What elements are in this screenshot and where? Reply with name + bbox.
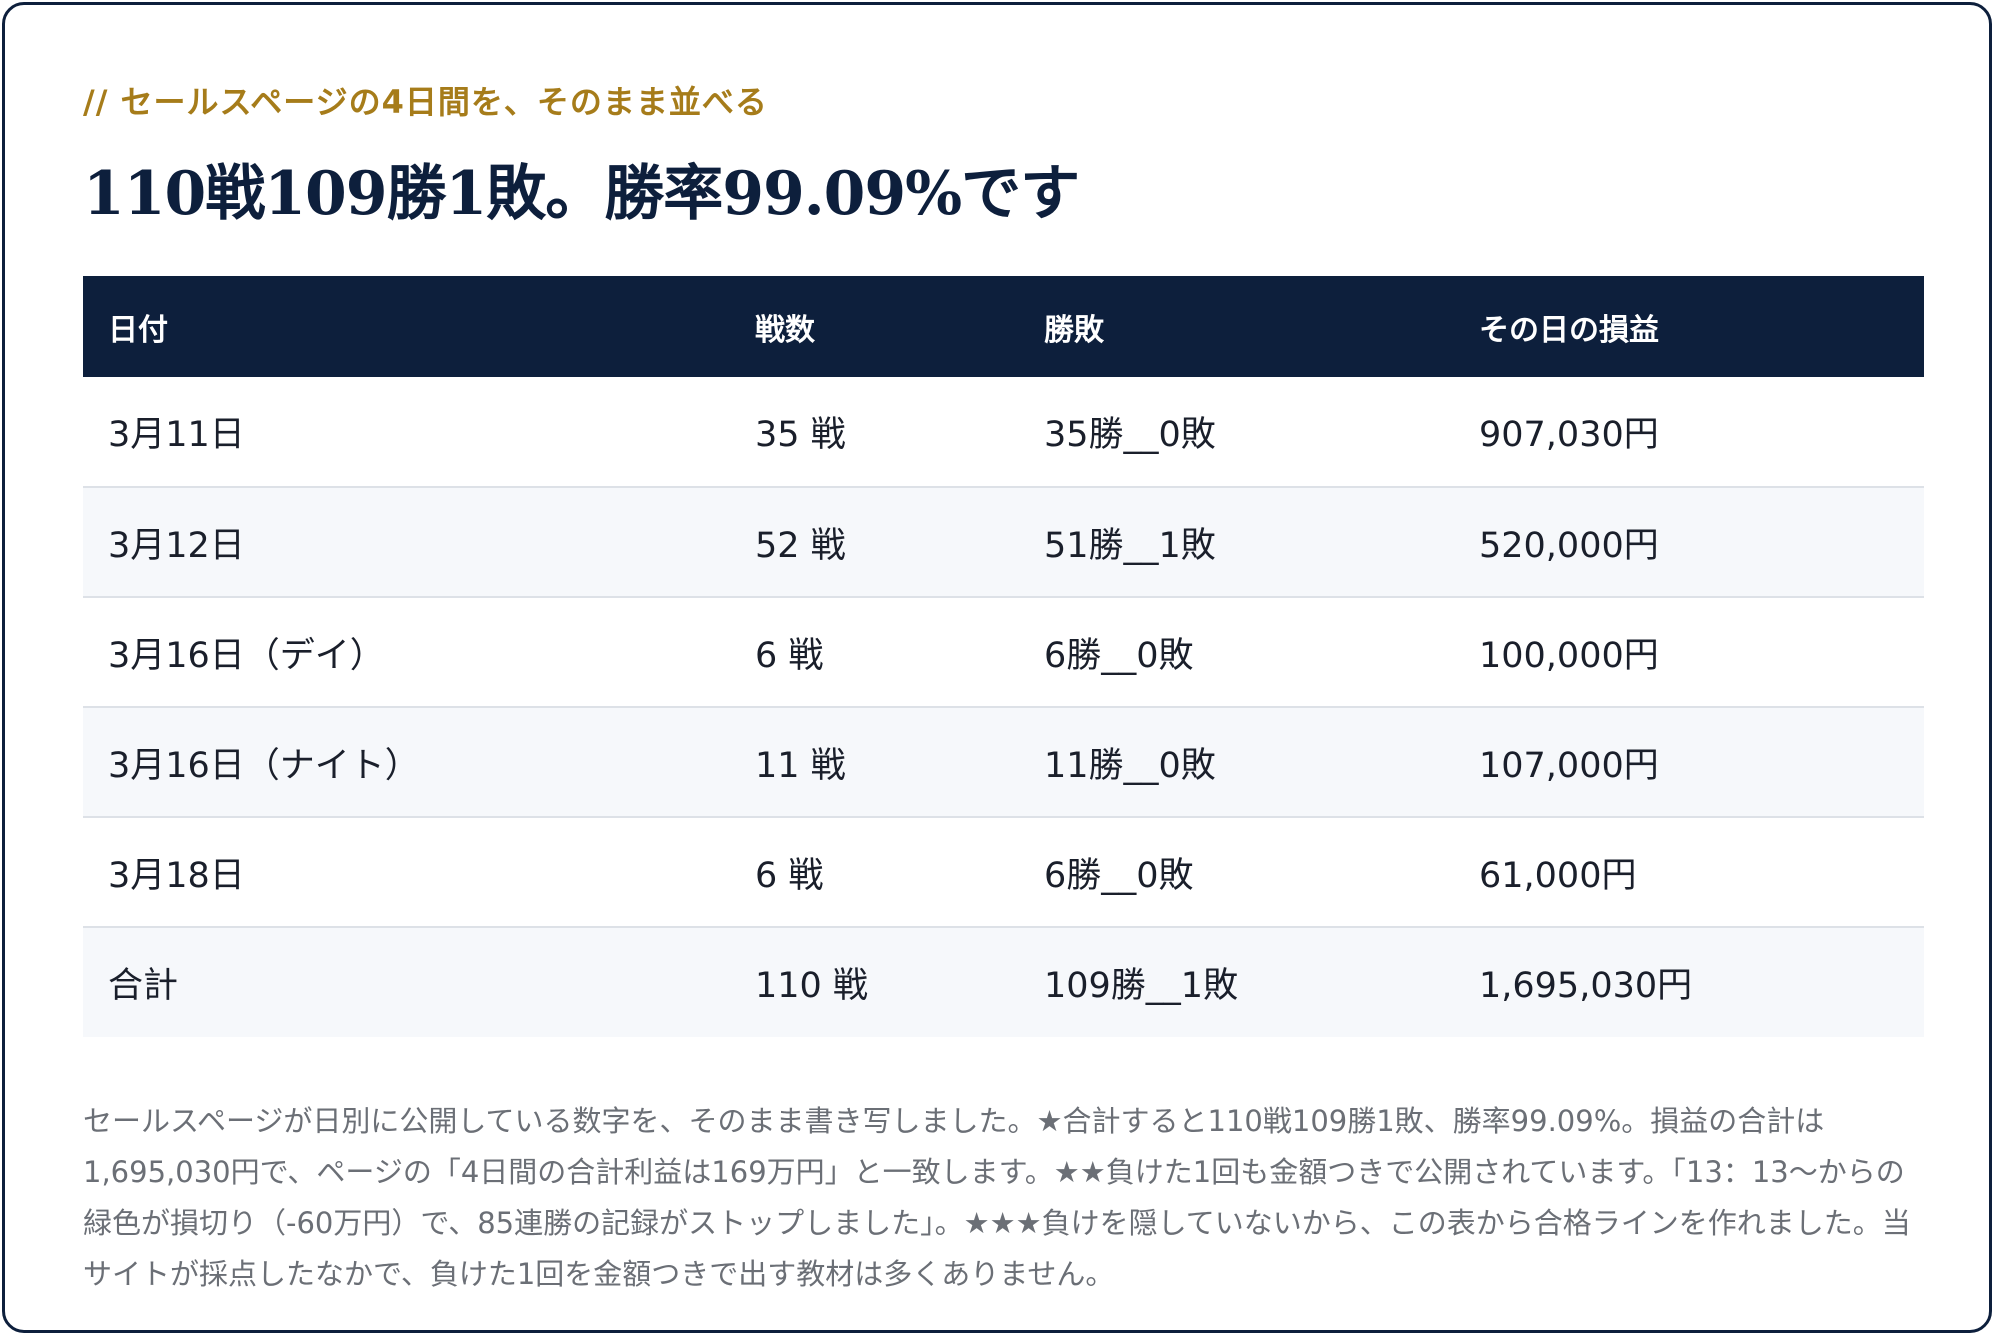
cell-count: 6 戦 <box>730 597 1019 708</box>
section-heading: 110戦109勝1敗。勝率99.09%です <box>83 159 1080 229</box>
cell-profit-loss: 61,000円 <box>1454 817 1924 928</box>
cell-date: 3月16日（ナイト） <box>83 707 730 818</box>
cell-date: 3月12日 <box>83 487 730 598</box>
explanatory-note: セールスページが日別に公開している数字を、そのまま書き写しました。★合計すると1… <box>83 1104 1911 1291</box>
cell-profit-loss: 100,000円 <box>1454 597 1924 708</box>
content-card: // セールスページの4日間を、そのまま並べる 110戦109勝1敗。勝率99.… <box>2 2 1992 1333</box>
cell-count: 6 戦 <box>730 817 1019 928</box>
cell-count: 35 戦 <box>730 377 1019 488</box>
table-total-row: 合計 110 戦 109勝__1敗 1,695,030円 <box>83 927 1924 1037</box>
cell-count: 11 戦 <box>730 707 1019 818</box>
header-result: 勝敗 <box>1019 276 1454 377</box>
section-eyebrow: // セールスページの4日間を、そのまま並べる <box>83 83 768 121</box>
cell-count: 52 戦 <box>730 487 1019 598</box>
table-row: 3月11日 35 戦 35勝__0敗 907,030円 <box>83 377 1924 488</box>
cell-profit-loss: 520,000円 <box>1454 487 1924 598</box>
header-profit-loss: その日の損益 <box>1454 276 1924 377</box>
cell-date: 3月11日 <box>83 377 730 488</box>
cell-date: 合計 <box>83 927 730 1037</box>
cell-result: 109勝__1敗 <box>1019 927 1454 1037</box>
header-count: 戦数 <box>730 276 1019 377</box>
cell-profit-loss: 107,000円 <box>1454 707 1924 818</box>
results-table: 日付 戦数 勝敗 その日の損益 3月11日 35 戦 35勝__0敗 907,0… <box>83 276 1924 1037</box>
table-row: 3月16日（ナイト） 11 戦 11勝__0敗 107,000円 <box>83 707 1924 818</box>
cell-result: 35勝__0敗 <box>1019 377 1454 488</box>
table-header-row: 日付 戦数 勝敗 その日の損益 <box>83 276 1924 377</box>
cell-count: 110 戦 <box>730 927 1019 1037</box>
cell-date: 3月18日 <box>83 817 730 928</box>
cell-result: 6勝__0敗 <box>1019 817 1454 928</box>
cell-profit-loss: 1,695,030円 <box>1454 927 1924 1037</box>
cell-result: 51勝__1敗 <box>1019 487 1454 598</box>
table-row: 3月12日 52 戦 51勝__1敗 520,000円 <box>83 487 1924 598</box>
cell-result: 11勝__0敗 <box>1019 707 1454 818</box>
cell-date: 3月16日（デイ） <box>83 597 730 708</box>
header-date: 日付 <box>83 276 730 377</box>
cell-profit-loss: 907,030円 <box>1454 377 1924 488</box>
table-row: 3月18日 6 戦 6勝__0敗 61,000円 <box>83 817 1924 928</box>
cell-result: 6勝__0敗 <box>1019 597 1454 708</box>
table-row: 3月16日（デイ） 6 戦 6勝__0敗 100,000円 <box>83 597 1924 708</box>
